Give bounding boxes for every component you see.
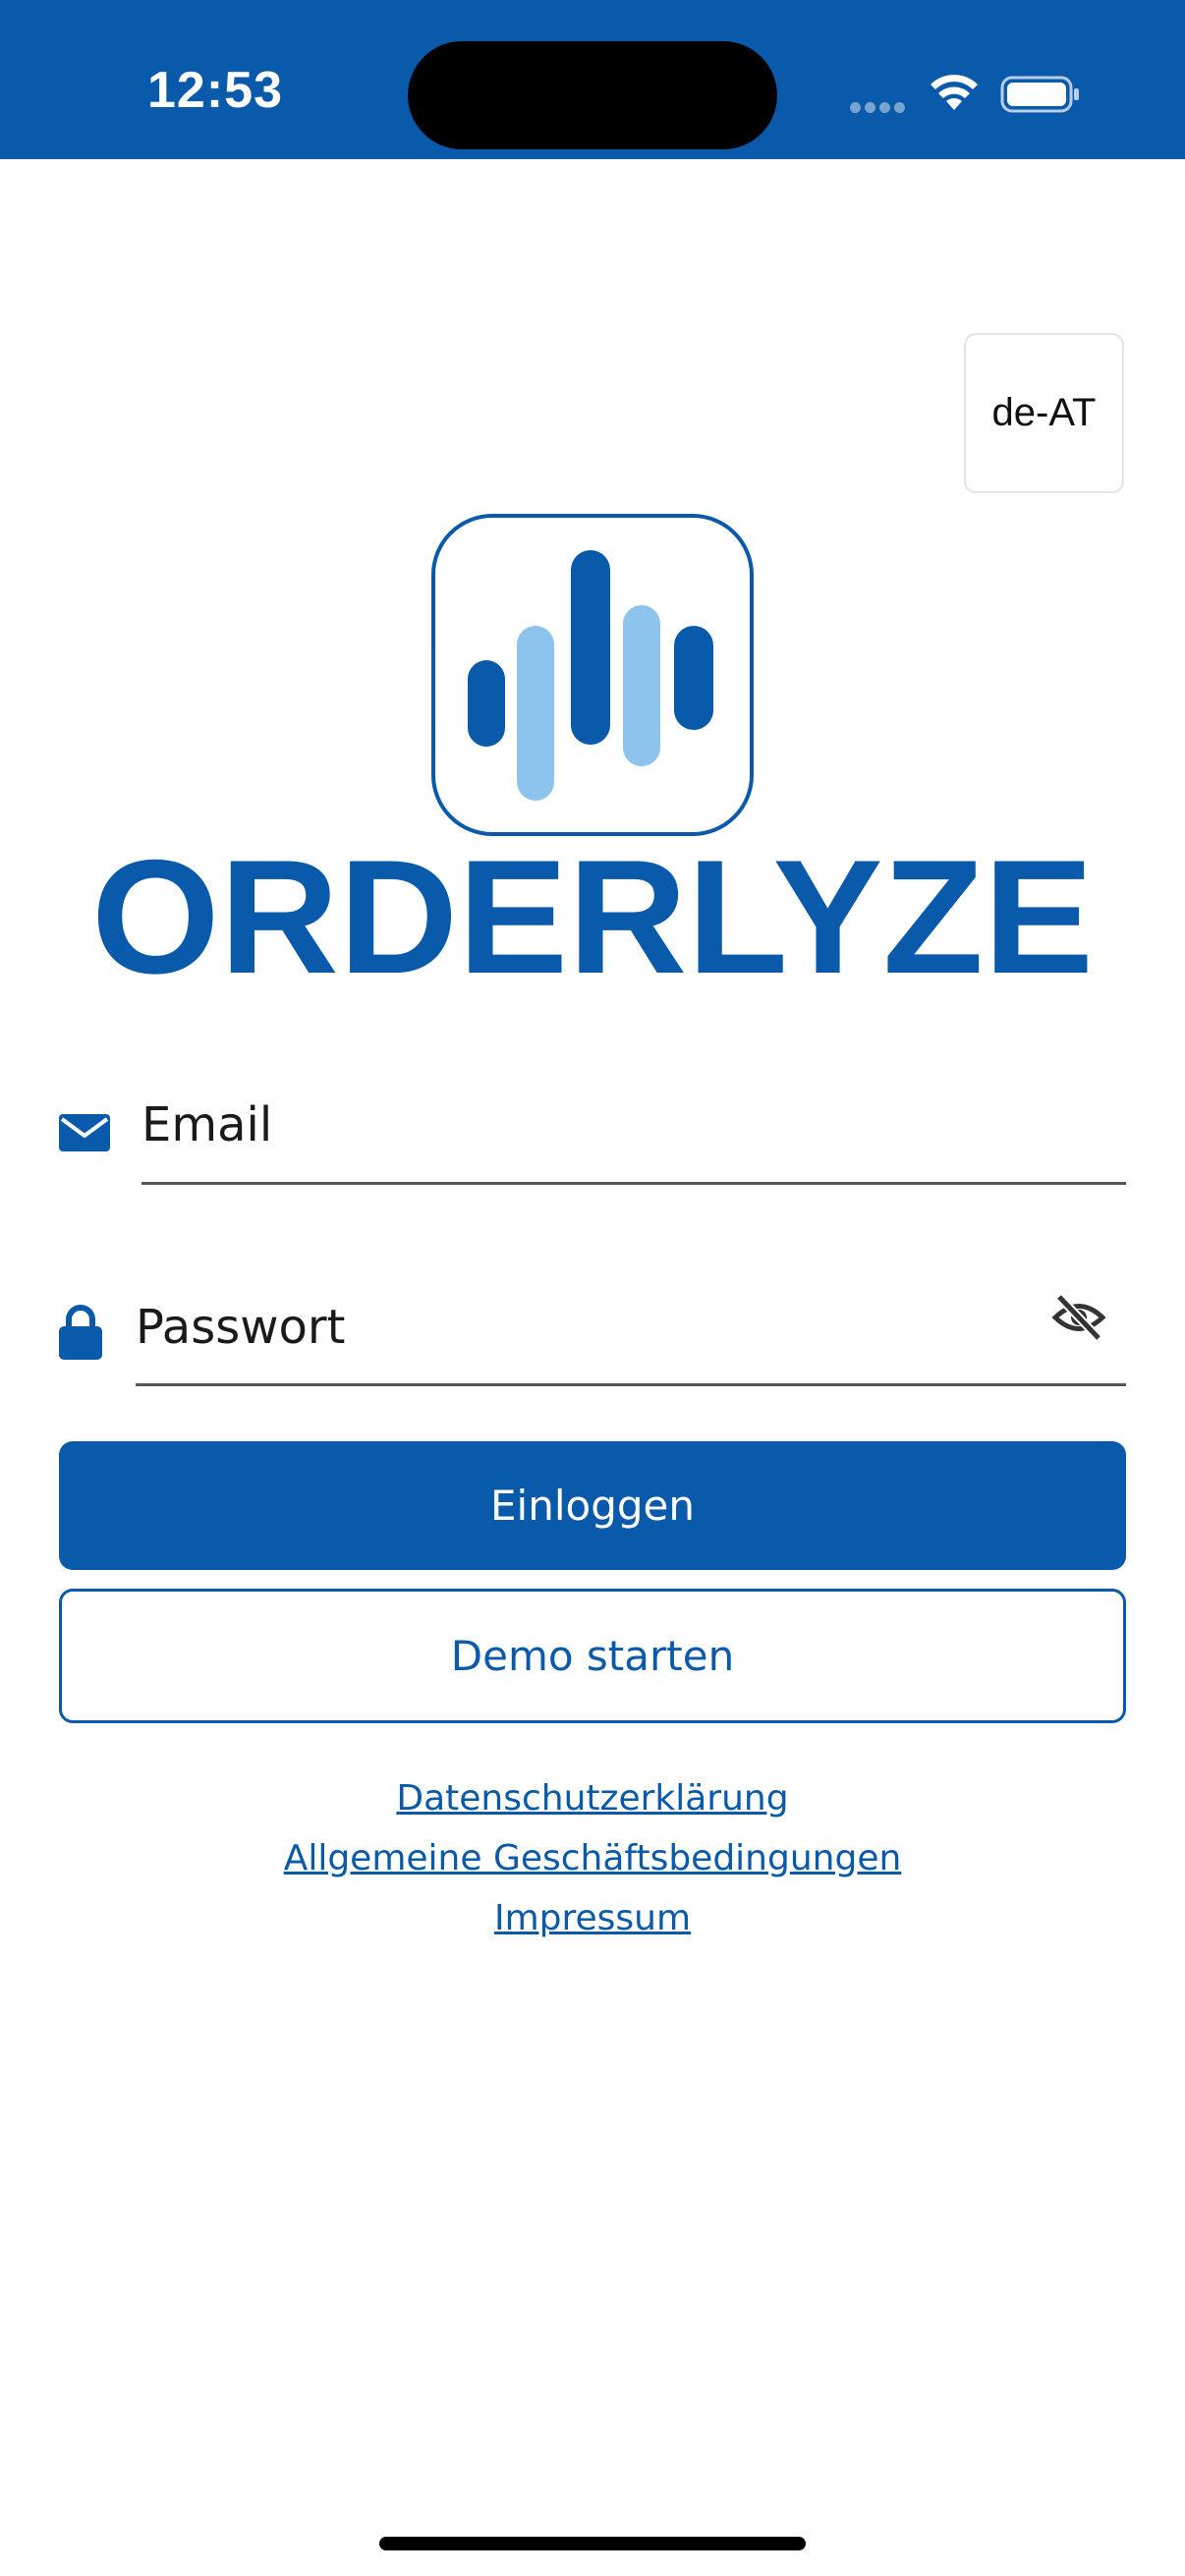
- wifi-icon: [931, 75, 978, 110]
- home-indicator: [379, 2537, 806, 2550]
- terms-link[interactable]: Allgemeine Geschäftsbedingungen: [0, 1828, 1185, 1888]
- cellular-signal-icon: [850, 100, 909, 113]
- svg-text:ORDERLYZE: ORDERLYZE: [91, 826, 1094, 992]
- status-time: 12:53: [147, 62, 283, 119]
- lock-icon: [59, 1305, 102, 1360]
- envelope-icon: [59, 1114, 110, 1151]
- password-field[interactable]: [136, 1293, 1040, 1362]
- dynamic-island: [408, 41, 777, 149]
- orderlyze-wordmark: ORDERLYZE: [91, 826, 1094, 992]
- locale-label: de-AT: [991, 391, 1097, 434]
- legal-links: Datenschutzerklärung Allgemeine Geschäft…: [0, 1768, 1185, 1948]
- privacy-policy-link[interactable]: Datenschutzerklärung: [0, 1768, 1185, 1828]
- login-button[interactable]: Einloggen: [59, 1441, 1126, 1570]
- email-underline: [141, 1182, 1126, 1185]
- login-screen: 12:53 de-AT ORDERLYZE Email Einloggen De…: [0, 0, 1185, 2576]
- status-bar: 12:53: [0, 0, 1185, 159]
- eye-off-icon[interactable]: [1051, 1293, 1106, 1342]
- locale-button[interactable]: de-AT: [964, 333, 1124, 493]
- email-field[interactable]: [141, 1091, 1124, 1159]
- password-underline: [136, 1383, 1126, 1386]
- battery-icon: [1000, 76, 1079, 113]
- demo-button[interactable]: Demo starten: [59, 1589, 1126, 1723]
- orderlyze-logo-icon: [431, 514, 754, 836]
- imprint-link[interactable]: Impressum: [0, 1888, 1185, 1948]
